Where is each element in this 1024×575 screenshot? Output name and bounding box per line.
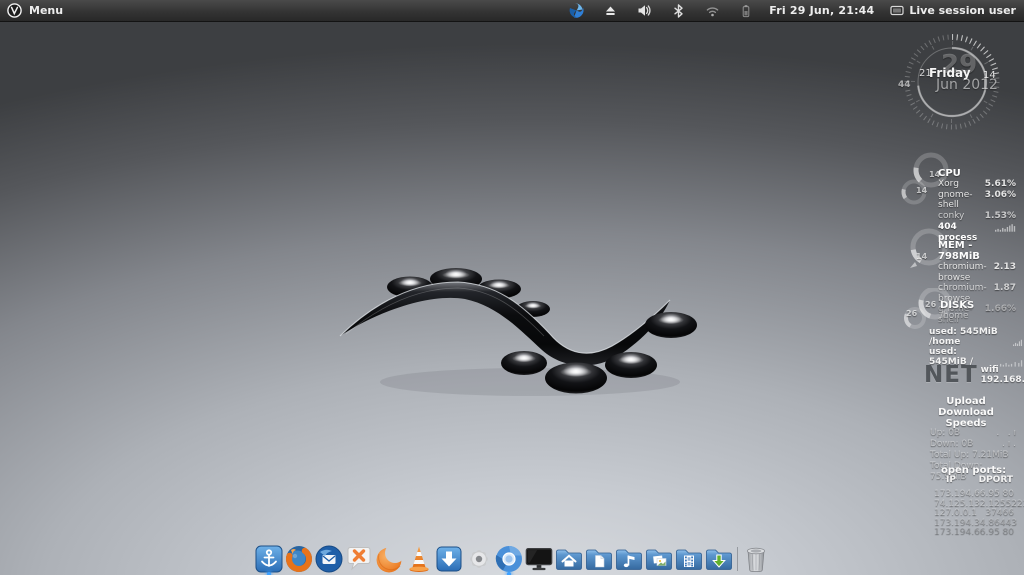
- dock-item-firefox[interactable]: [284, 538, 314, 574]
- dock-item-docky-anchor[interactable]: [254, 538, 284, 574]
- top-panel: Menu: [0, 0, 1024, 22]
- dock-item-videos-folder[interactable]: [674, 538, 704, 574]
- dock-item-documents-folder[interactable]: [584, 538, 614, 574]
- download-arrow-icon: [434, 544, 464, 574]
- dock-item-messenger[interactable]: [344, 538, 374, 574]
- dock-item-home-folder[interactable]: [554, 538, 584, 574]
- dock-item-thunderbird[interactable]: [314, 538, 344, 574]
- trash-icon: [742, 544, 770, 574]
- battery-icon[interactable]: [737, 2, 755, 20]
- session-indicator[interactable]: Live session user: [890, 4, 1016, 17]
- menu-label: Menu: [29, 4, 63, 17]
- dock-item-trash[interactable]: [741, 538, 771, 574]
- menu-launcher[interactable]: Menu: [0, 0, 63, 21]
- dock-item-clementine[interactable]: [374, 538, 404, 574]
- documents-folder-icon: [584, 544, 614, 574]
- panel-clock[interactable]: Fri 29 Jun, 21:44: [769, 4, 874, 17]
- vlc-cone-icon: [404, 544, 434, 574]
- music-folder-icon: [614, 544, 644, 574]
- dock-item-music-folder[interactable]: [614, 538, 644, 574]
- session-user-label: Live session user: [909, 4, 1016, 17]
- display-icon: [524, 544, 554, 574]
- desktop-screen: Menu: [0, 0, 1024, 575]
- dock-item-chromium[interactable]: [494, 538, 524, 574]
- dock-separator: [734, 544, 741, 574]
- desktop-wallpaper[interactable]: [0, 22, 1024, 575]
- downloads-folder-icon: [704, 544, 734, 574]
- dock-item-downloads-folder[interactable]: [704, 538, 734, 574]
- volume-icon[interactable]: [635, 2, 653, 20]
- chromium-icon: [494, 544, 524, 574]
- app-swirl-icon[interactable]: [567, 2, 585, 20]
- clementine-icon: [374, 544, 404, 574]
- chat-bubble-x-icon: [344, 544, 374, 574]
- dock: [0, 534, 1024, 574]
- videos-folder-icon: [674, 544, 704, 574]
- dock-item-pictures-folder[interactable]: [644, 538, 674, 574]
- wifi-icon[interactable]: [703, 2, 721, 20]
- anchor-icon: [254, 544, 284, 574]
- pictures-folder-icon: [644, 544, 674, 574]
- distro-logo-icon: [7, 3, 22, 18]
- wallpaper-swoosh-art: [330, 262, 710, 402]
- dock-item-downloader[interactable]: [434, 538, 464, 574]
- dock-item-vlc[interactable]: [404, 538, 434, 574]
- session-icon: [890, 5, 904, 17]
- firefox-icon: [284, 544, 314, 574]
- dock-item-settings[interactable]: [464, 538, 494, 574]
- dock-item-display[interactable]: [524, 538, 554, 574]
- home-folder-icon: [554, 544, 584, 574]
- bluetooth-icon[interactable]: [669, 2, 687, 20]
- eject-icon[interactable]: [601, 2, 619, 20]
- gear-icon: [464, 544, 494, 574]
- thunderbird-icon: [314, 544, 344, 574]
